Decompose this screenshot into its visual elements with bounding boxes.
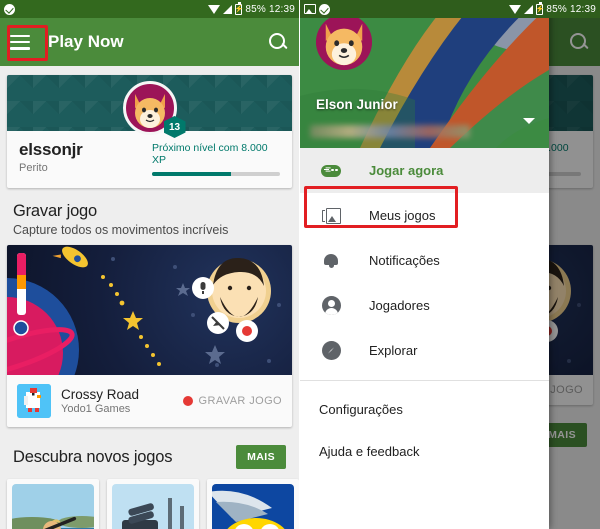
main-content: 13 elssonjr Perito Próximo nível com 8.0… xyxy=(0,66,299,529)
record-dot-icon xyxy=(182,396,193,406)
record-section-title: Gravar jogo xyxy=(13,202,98,220)
drawer-header[interactable]: Elson Junior xyxy=(300,0,549,148)
screenshot-root: ⚡ 85% 12:39 Play Now 13 elssonjr Perito … xyxy=(0,0,600,529)
account-email-blurred xyxy=(310,125,470,138)
game-tile-image xyxy=(212,484,294,529)
drawer-item-label: Jogadores xyxy=(369,298,430,313)
avatar-wrap[interactable]: 13 xyxy=(122,81,186,138)
drawer-item-label: Configurações xyxy=(319,401,403,417)
drawer-item-notificacoes[interactable]: Notificações xyxy=(300,238,549,283)
game-name: Crossy Road xyxy=(61,387,140,402)
battery-percent: 85% xyxy=(245,3,266,15)
gamepad-icon xyxy=(319,159,343,183)
photos-icon xyxy=(319,204,343,228)
game-app-icon xyxy=(17,384,51,418)
kayak-game-art xyxy=(12,484,94,529)
record-section-head: Gravar jogo Capture todos os movimentos … xyxy=(0,188,299,237)
discover-tiles xyxy=(0,469,299,529)
person-icon xyxy=(319,294,343,318)
record-promo-hero-image xyxy=(7,245,292,375)
drawer-item-label: Ajuda e feedback xyxy=(319,443,420,459)
drawer-item-label: Explorar xyxy=(369,343,418,358)
drawer-avatar[interactable] xyxy=(316,14,372,70)
game-tile-image xyxy=(112,484,194,529)
status-bar: ⚡ 85% 12:39 xyxy=(0,0,299,18)
screen-play-now: ⚡ 85% 12:39 Play Now 13 elssonjr Perito … xyxy=(0,0,300,529)
discover-title: Descubra novos jogos xyxy=(13,447,173,466)
record-game-row[interactable]: Crossy Road Yodo1 Games GRAVAR JOGO xyxy=(7,375,292,427)
check-circle-icon xyxy=(319,3,330,15)
drawer-divider xyxy=(300,380,549,381)
record-button-label: GRAVAR JOGO xyxy=(198,395,282,407)
account-name: Elson Junior xyxy=(316,97,398,112)
status-bar-left-icons xyxy=(304,3,330,15)
battery-charging-icon: ⚡ xyxy=(234,1,244,15)
game-tile[interactable] xyxy=(207,479,299,529)
player-rank: Perito xyxy=(19,162,48,174)
drawer-item-label: Meus jogos xyxy=(369,208,436,223)
profile-banner: 13 xyxy=(7,75,292,138)
game-tile[interactable] xyxy=(107,479,199,529)
signal-icon xyxy=(223,4,233,14)
profile-card[interactable]: 13 elssonjr Perito Próximo nível com 8.0… xyxy=(7,75,292,188)
search-icon[interactable] xyxy=(267,31,289,53)
app-bar: Play Now xyxy=(0,18,299,66)
profile-identity: elssonjr Perito xyxy=(19,140,83,174)
status-bar-right-icons: ⚡ 85% 12:39 xyxy=(509,1,596,15)
drawer-item-jogadores[interactable]: Jogadores xyxy=(300,283,549,328)
screenshot-icon xyxy=(304,4,316,14)
space-illustration xyxy=(7,246,281,375)
drawer-item-ajuda-feedback[interactable]: Ajuda e feedback xyxy=(300,430,549,472)
record-game-button[interactable]: GRAVAR JOGO xyxy=(182,395,282,407)
check-circle-icon xyxy=(4,3,15,15)
clock: 12:39 xyxy=(268,3,295,15)
record-promo-card[interactable]: Crossy Road Yodo1 Games GRAVAR JOGO xyxy=(7,245,292,427)
chevron-down-icon[interactable] xyxy=(523,118,535,124)
xp-block: Próximo nível com 8.000 XP xyxy=(152,140,280,176)
drawer-item-list: Jogar agora Meus jogos Notificações Joga… xyxy=(300,148,549,529)
shiba-avatar-icon xyxy=(316,14,372,70)
status-bar-left-icons xyxy=(4,3,15,15)
discover-section-head: Descubra novos jogos MAIS xyxy=(0,427,299,469)
record-section-subtitle: Capture todos os movimentos incríveis xyxy=(13,223,229,237)
drawer-item-explorar[interactable]: Explorar xyxy=(300,328,549,373)
xp-progress-fill xyxy=(152,172,232,176)
signal-icon xyxy=(524,4,534,14)
chicken-icon xyxy=(17,384,51,418)
battery-charging-icon: ⚡ xyxy=(535,1,545,15)
drawer-item-configuracoes[interactable]: Configurações xyxy=(300,388,549,430)
username: elssonjr xyxy=(19,140,83,159)
drawer-item-jogar-agora[interactable]: Jogar agora xyxy=(300,148,549,193)
artillery-game-art xyxy=(112,484,194,529)
game-tile[interactable] xyxy=(7,479,99,529)
wifi-icon xyxy=(509,4,522,14)
xp-text: Próximo nível com 8.000 XP xyxy=(152,142,268,166)
status-bar: ⚡ 85% 12:39 xyxy=(300,0,600,18)
compass-icon xyxy=(319,339,343,363)
drawer-item-label: Jogar agora xyxy=(369,163,444,178)
drawer-item-label: Notificações xyxy=(369,253,440,268)
game-meta: Crossy Road Yodo1 Games xyxy=(61,387,139,415)
status-bar-right-icons: ⚡ 85% 12:39 xyxy=(208,1,295,15)
profile-info: elssonjr Perito Próximo nível com 8.000 … xyxy=(7,131,292,188)
battery-percent: 85% xyxy=(546,3,567,15)
game-tile-image xyxy=(12,484,94,529)
shark-fish-game-art xyxy=(212,484,294,529)
wifi-icon xyxy=(208,4,221,14)
more-button[interactable]: MAIS xyxy=(236,445,286,469)
hamburger-menu-icon[interactable] xyxy=(10,34,30,50)
bell-icon xyxy=(319,249,343,273)
screen-navigation-drawer: Próximo nível com 8.000 XP Gravar jogo C… xyxy=(300,0,600,529)
navigation-drawer: Elson Junior Jogar agora Meus jogos Noti… xyxy=(300,0,549,529)
xp-progress-bar xyxy=(152,172,280,176)
clock: 12:39 xyxy=(569,3,596,15)
game-developer: Yodo1 Games xyxy=(61,403,131,415)
drawer-item-meus-jogos[interactable]: Meus jogos xyxy=(300,193,549,238)
page-title: Play Now xyxy=(48,32,124,51)
